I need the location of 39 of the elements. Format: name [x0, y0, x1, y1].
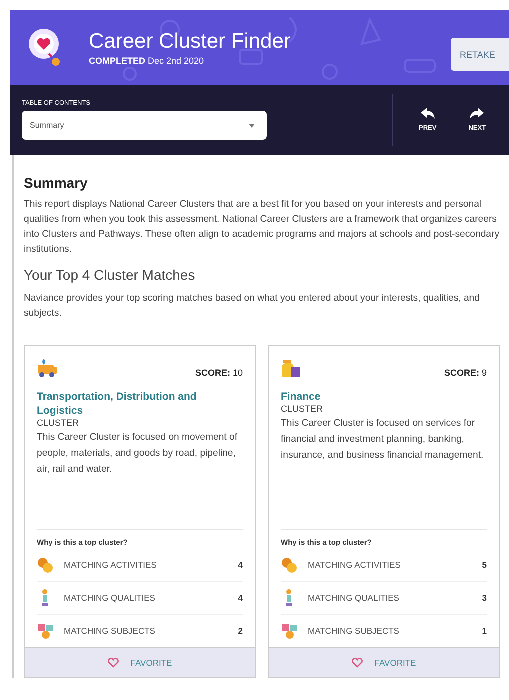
- reason-label[interactable]: MATCHING SUBJECTS: [64, 626, 156, 636]
- score: SCORE: 10: [195, 368, 243, 378]
- back-arrow-icon: [420, 108, 435, 119]
- reason-label[interactable]: MATCHING QUALITIES: [308, 593, 400, 603]
- cluster-type: CLUSTER: [37, 418, 80, 428]
- reason-count: 1: [482, 626, 487, 636]
- coins-icon: [281, 556, 298, 574]
- reason-label[interactable]: MATCHING QUALITIES: [64, 593, 156, 603]
- reason-label[interactable]: MATCHING ACTIVITIES: [308, 560, 401, 570]
- truck-icon: [37, 358, 57, 378]
- cluster-title[interactable]: Transportation, Distribution and Logistics: [37, 390, 243, 418]
- reason-label[interactable]: MATCHING SUBJECTS: [308, 626, 400, 636]
- toc-dropdown[interactable]: Summary: [22, 111, 267, 140]
- cluster-type: CLUSTER: [281, 404, 324, 414]
- heart-icon: [352, 658, 363, 668]
- score: SCORE: 9: [444, 368, 487, 378]
- retake-button[interactable]: RETAKE: [451, 38, 509, 71]
- cluster-description: This Career Cluster is focused on movement of people, materials, and goods by road, pipeline, air, rail and water.: [37, 431, 238, 477]
- reason-count: 4: [238, 593, 243, 603]
- shapes-icon: [37, 622, 54, 640]
- heart-icon: [108, 658, 119, 668]
- forward-arrow-icon: [470, 108, 484, 119]
- reason-count: 4: [238, 560, 243, 570]
- cluster-description: This Career Cluster is focused on services for financial and investment planning, banking, insurance, and business financial management.: [281, 417, 485, 463]
- shapes-icon: [281, 622, 298, 640]
- section-heading: Summary: [24, 175, 89, 191]
- reason-count: 5: [482, 560, 487, 570]
- section-heading: Your Top 4 Cluster Matches: [24, 267, 196, 283]
- reason-count: 3: [482, 593, 487, 603]
- reason-label[interactable]: MATCHING ACTIVITIES: [64, 560, 157, 570]
- coins-icon: [37, 556, 54, 574]
- cluster-title[interactable]: Finance: [281, 390, 487, 404]
- page-title: Career Cluster Finder: [89, 30, 291, 54]
- matches-text: Naviance provides your top scoring matches based on what you entered about your interests, qualities, and subjects.: [24, 292, 481, 321]
- completion-date: COMPLETED Dec 2nd 2020: [89, 56, 206, 66]
- reason-count: 2: [238, 626, 243, 636]
- summary-text: This report displays National Career Clusters that are a best fit for you based on your interests and personal qualities from when you took this assessment. National Career Clusters are a framework that organizes careers into Clusters and Pathways. These often align to academic programs and majors at schools and post-secondary institutions.: [24, 198, 500, 257]
- caret-icon: [249, 124, 255, 128]
- money-bag-icon: [281, 358, 301, 378]
